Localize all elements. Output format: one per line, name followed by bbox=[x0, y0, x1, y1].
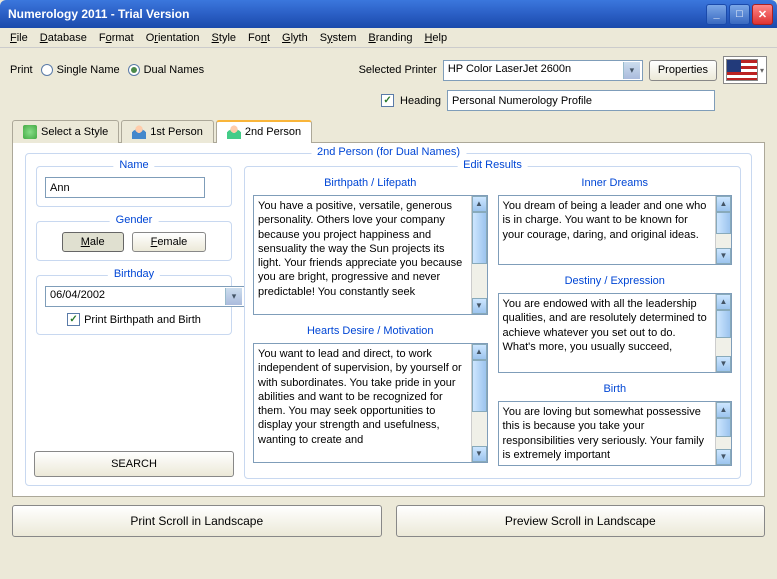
edit-results-fieldset: Edit Results Birthpath / Lifepath You ha… bbox=[244, 166, 741, 479]
menu-database[interactable]: Database bbox=[34, 30, 93, 46]
destiny-textarea[interactable]: You are endowed with all the leadership … bbox=[498, 293, 733, 373]
printer-value: HP Color LaserJet 2600n bbox=[448, 63, 571, 75]
selected-printer-label: Selected Printer bbox=[359, 64, 437, 76]
dual-names-label: Dual Names bbox=[144, 64, 205, 76]
gender-label: Gender bbox=[110, 214, 159, 226]
menu-glyth[interactable]: Glyth bbox=[276, 30, 314, 46]
name-label: Name bbox=[113, 159, 154, 171]
gender-fieldset: Gender Male Female bbox=[36, 221, 232, 261]
tab-content: 2nd Person (for Dual Names) Name Gender … bbox=[12, 142, 765, 497]
birthpath-textarea[interactable]: You have a positive, versatile, generous… bbox=[253, 195, 488, 315]
single-name-label: Single Name bbox=[57, 64, 120, 76]
scroll-down-icon[interactable]: ▼ bbox=[716, 248, 731, 264]
radio-icon bbox=[41, 64, 53, 76]
tabs: Select a Style 1st Person 2nd Person bbox=[0, 119, 777, 142]
tab-label: 1st Person bbox=[150, 126, 203, 138]
print-label: Print bbox=[10, 64, 33, 76]
name-fieldset: Name bbox=[36, 166, 232, 207]
minimize-button[interactable]: _ bbox=[706, 4, 727, 25]
menu-font[interactable]: Font bbox=[242, 30, 276, 46]
scroll-up-icon[interactable]: ▲ bbox=[472, 196, 487, 212]
scroll-down-icon[interactable]: ▼ bbox=[472, 446, 487, 462]
toolbar-row2: Heading bbox=[0, 88, 777, 119]
print-scroll-button[interactable]: Print Scroll in Landscape bbox=[12, 505, 382, 537]
name-input[interactable] bbox=[45, 177, 205, 198]
birth-label: Birth bbox=[498, 383, 733, 395]
chevron-down-icon: ▾ bbox=[760, 66, 764, 75]
us-flag-icon bbox=[726, 59, 758, 81]
inner-dreams-label: Inner Dreams bbox=[498, 177, 733, 189]
menu-format[interactable]: Format bbox=[93, 30, 140, 46]
scroll-down-icon[interactable]: ▼ bbox=[716, 449, 731, 465]
hearts-desire-textarea[interactable]: You want to lead and direct, to work ind… bbox=[253, 343, 488, 463]
inner-dreams-text: You dream of being a leader and one who … bbox=[499, 196, 716, 264]
scroll-up-icon[interactable]: ▲ bbox=[716, 402, 731, 418]
scroll-up-icon[interactable]: ▲ bbox=[472, 344, 487, 360]
destiny-text: You are endowed with all the leadership … bbox=[499, 294, 716, 372]
print-birthpath-label: Print Birthpath and Birth bbox=[84, 314, 201, 326]
language-selector[interactable]: ▾ bbox=[723, 56, 767, 84]
menu-branding[interactable]: Branding bbox=[362, 30, 418, 46]
heading-input[interactable] bbox=[447, 90, 715, 111]
menu-help[interactable]: Help bbox=[418, 30, 453, 46]
scroll-down-icon[interactable]: ▼ bbox=[716, 356, 731, 372]
window-title: Numerology 2011 - Trial Version bbox=[4, 7, 706, 21]
preview-scroll-button[interactable]: Preview Scroll in Landscape bbox=[396, 505, 766, 537]
printer-dropdown[interactable]: HP Color LaserJet 2600n bbox=[443, 60, 643, 81]
person-icon bbox=[227, 125, 241, 139]
style-icon bbox=[23, 125, 37, 139]
properties-button[interactable]: Properties bbox=[649, 60, 717, 81]
radio-icon bbox=[128, 64, 140, 76]
menu-file[interactable]: File bbox=[4, 30, 34, 46]
scrollbar[interactable]: ▲▼ bbox=[715, 294, 731, 372]
single-name-radio[interactable]: Single Name bbox=[41, 64, 120, 76]
heading-checkbox[interactable] bbox=[381, 94, 394, 107]
birthday-value: 06/04/2002 bbox=[50, 289, 105, 301]
scroll-down-icon[interactable]: ▼ bbox=[472, 298, 487, 314]
scrollbar[interactable]: ▲▼ bbox=[471, 344, 487, 462]
fieldset-title: 2nd Person (for Dual Names) bbox=[311, 146, 466, 158]
birthday-label: Birthday bbox=[108, 268, 160, 280]
toolbar: Print Single Name Dual Names Selected Pr… bbox=[0, 48, 777, 88]
titlebar: Numerology 2011 - Trial Version _ □ ✕ bbox=[0, 0, 777, 28]
scrollbar[interactable]: ▲▼ bbox=[471, 196, 487, 314]
inner-dreams-textarea[interactable]: You dream of being a leader and one who … bbox=[498, 195, 733, 265]
scroll-up-icon[interactable]: ▲ bbox=[716, 196, 731, 212]
search-button[interactable]: SEARCH bbox=[34, 451, 234, 477]
scrollbar[interactable]: ▲▼ bbox=[715, 402, 731, 465]
birthday-fieldset: Birthday 06/04/2002 Print Birthpath and … bbox=[36, 275, 232, 335]
tab-select-style[interactable]: Select a Style bbox=[12, 120, 119, 143]
menu-system[interactable]: System bbox=[314, 30, 363, 46]
birthday-dropdown[interactable]: 06/04/2002 bbox=[45, 286, 245, 307]
female-button[interactable]: Female bbox=[132, 232, 207, 252]
second-person-fieldset: 2nd Person (for Dual Names) Name Gender … bbox=[25, 153, 752, 486]
close-button[interactable]: ✕ bbox=[752, 4, 773, 25]
tab-label: Select a Style bbox=[41, 126, 108, 138]
male-button[interactable]: Male bbox=[62, 232, 124, 252]
bottom-buttons: Print Scroll in Landscape Preview Scroll… bbox=[0, 505, 777, 547]
tab-second-person[interactable]: 2nd Person bbox=[216, 120, 312, 143]
birth-textarea[interactable]: You are loving but somewhat possessive t… bbox=[498, 401, 733, 466]
scroll-up-icon[interactable]: ▲ bbox=[716, 294, 731, 310]
destiny-label: Destiny / Expression bbox=[498, 275, 733, 287]
tab-first-person[interactable]: 1st Person bbox=[121, 120, 214, 143]
menu-orientation[interactable]: Orientation bbox=[140, 30, 206, 46]
birthpath-label: Birthpath / Lifepath bbox=[253, 177, 488, 189]
menu-style[interactable]: Style bbox=[206, 30, 242, 46]
person-icon bbox=[132, 125, 146, 139]
birth-text: You are loving but somewhat possessive t… bbox=[499, 402, 716, 465]
edit-results-title: Edit Results bbox=[457, 159, 528, 171]
menubar: File Database Format Orientation Style F… bbox=[0, 28, 777, 48]
maximize-button[interactable]: □ bbox=[729, 4, 750, 25]
hearts-desire-label: Hearts Desire / Motivation bbox=[253, 325, 488, 337]
dual-names-radio[interactable]: Dual Names bbox=[128, 64, 205, 76]
print-birthpath-checkbox[interactable] bbox=[67, 313, 80, 326]
scrollbar[interactable]: ▲▼ bbox=[715, 196, 731, 264]
birthpath-text: You have a positive, versatile, generous… bbox=[254, 196, 471, 314]
hearts-desire-text: You want to lead and direct, to work ind… bbox=[254, 344, 471, 462]
tab-label: 2nd Person bbox=[245, 126, 301, 138]
heading-label: Heading bbox=[400, 95, 441, 107]
